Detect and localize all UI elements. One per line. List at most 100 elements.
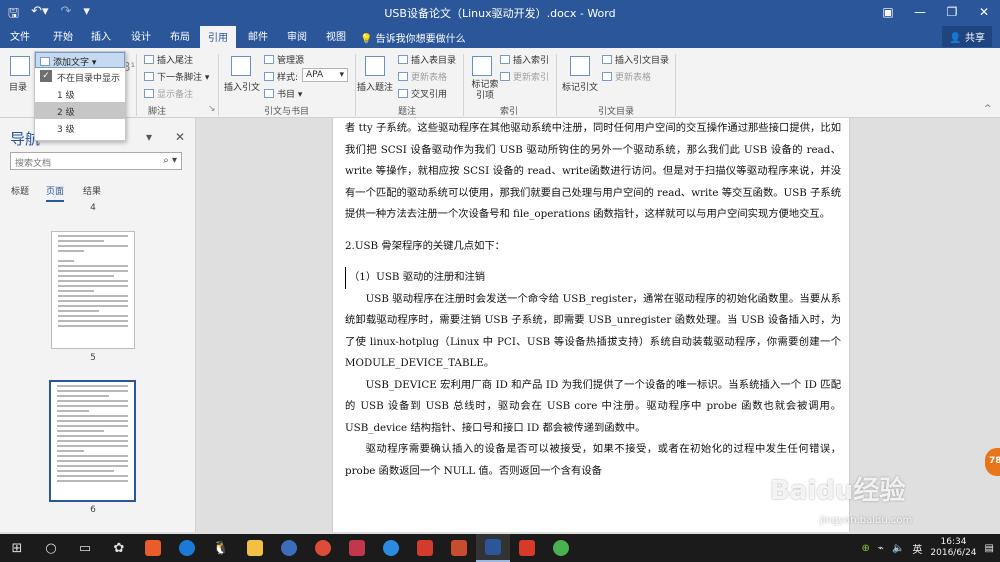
insert-table-of-figures-button[interactable]: 插入表目录 (398, 53, 456, 66)
tab-references[interactable]: 引用 (200, 26, 236, 48)
ime-indicator[interactable]: 英 (912, 541, 922, 556)
insert-citation-button[interactable]: 插入引文 (224, 80, 260, 93)
toc-icon[interactable] (10, 56, 30, 76)
ribbon-options-icon[interactable]: ▣ (872, 0, 904, 24)
ribbon-tab-bar: 文件 开始 插入 设计 布局 引用 邮件 审阅 视图 💡 告诉我你想要做什么 👤… (0, 24, 1000, 48)
tab-results[interactable]: 结果 (83, 184, 101, 197)
insert-citation-icon[interactable] (231, 56, 251, 76)
share-button[interactable]: 👤 共享 (942, 26, 992, 47)
group-label-authorities: 引文目录 (598, 107, 635, 117)
chevron-down-icon: ▾ (339, 70, 344, 80)
insert-caption-button[interactable]: 插入题注 (357, 80, 393, 93)
update-table-button[interactable]: 更新表格 (398, 70, 447, 83)
wechat-icon[interactable] (544, 534, 578, 562)
mark-citation-button[interactable]: 标记引文 (562, 80, 598, 93)
insert-caption-icon[interactable] (365, 56, 385, 76)
app-icon[interactable]: ✿ (102, 534, 136, 562)
ribbon: 目录 AB¹ 插入尾注 下一条脚注 ▾ 显示备注 脚注 ↘ 插入引文 管理源 样… (0, 48, 1000, 118)
side-badge[interactable]: 78 (985, 448, 1000, 476)
insert-index-button[interactable]: 插入索引 (500, 53, 549, 66)
menu-item-level-1[interactable]: 1 级 (35, 85, 125, 102)
show-notes-button[interactable]: 显示备注 (144, 87, 193, 100)
cross-reference-button[interactable]: 交叉引用 (398, 87, 447, 100)
network-icon[interactable]: ⌁ (878, 543, 884, 554)
minimize-icon[interactable]: — (904, 0, 936, 24)
group-label-citations: 引文与书目 (264, 107, 310, 117)
browser-icon[interactable] (272, 534, 306, 562)
tab-mailings[interactable]: 邮件 (248, 28, 268, 43)
app3-icon[interactable] (442, 534, 476, 562)
tab-headings[interactable]: 标题 (11, 184, 29, 197)
notification-icon[interactable]: ▤ (985, 543, 994, 554)
tab-view[interactable]: 视图 (326, 28, 346, 43)
search-input[interactable]: 搜索文档 ⌕ ▾ (10, 152, 182, 170)
video-icon[interactable] (374, 534, 408, 562)
watermark-url: jingyan.baidu.com (820, 515, 913, 526)
tab-pages[interactable]: 页面 (46, 184, 65, 202)
lightbulb-icon: 💡 (360, 34, 376, 45)
system-tray: ⊕ ⌁ 🔈 英 16:34 2016/6/24 ▤ (862, 537, 994, 559)
footnotes-launcher-icon[interactable]: ↘ (208, 104, 216, 114)
toc-button[interactable]: 目录 (9, 80, 27, 93)
person-icon: 👤 (949, 33, 965, 44)
paragraph: USB_DEVICE 宏利用厂商 ID 和产品 ID 为我们提供了一个设备的唯一… (345, 378, 841, 434)
store-icon[interactable] (136, 534, 170, 562)
subheading-line: （1）USB 驱动的注册和注销 (345, 267, 841, 289)
page-thumbnail-selected[interactable] (49, 380, 136, 502)
mark-entry-icon[interactable] (472, 56, 492, 76)
tab-design[interactable]: 设计 (131, 28, 151, 43)
menu-item-do-not-show[interactable]: ✓ 不在目录中显示 (35, 68, 125, 85)
manage-sources-icon (264, 55, 274, 64)
paragraph: USB 驱动程序在注册时会发送一个命令给 USB_register，通常在驱动程… (345, 292, 841, 370)
search-icon[interactable]: ⌕ ▾ (163, 155, 177, 166)
menu-item-level-2[interactable]: 2 级 (35, 102, 125, 119)
menu-item-level-3[interactable]: 3 级 (35, 119, 125, 136)
page-thumbnail[interactable] (51, 231, 135, 349)
insert-index-icon (500, 55, 510, 64)
volume-icon[interactable]: 🔈 (892, 543, 904, 554)
tab-review[interactable]: 审阅 (287, 28, 307, 43)
add-text-menu: 添加文字 ▾ ✓ 不在目录中显示 1 级 2 级 3 级 (34, 51, 126, 141)
tab-layout[interactable]: 布局 (170, 28, 190, 43)
update-index-button[interactable]: 更新索引 (500, 70, 549, 83)
table-of-figures-icon (398, 55, 408, 64)
close-icon[interactable]: ✕ (968, 0, 1000, 24)
task-view-icon[interactable]: ▭ (68, 534, 102, 562)
tab-file[interactable]: 文件 (10, 28, 30, 43)
document-body[interactable]: 者 tty 子系统。这些驱动程序在其他驱动系统中注册，同时任何用户空间的交互操作… (345, 118, 841, 482)
add-text-button[interactable]: 添加文字 ▾ (35, 52, 125, 68)
insert-table-of-authorities-button[interactable]: 插入引文目录 (602, 53, 669, 66)
style-select[interactable]: APA ▾ (302, 68, 348, 82)
paragraph: 驱动程序需要确认插入的设备是否可以被接受，如果不接受，或者在初始化的过程中发生任… (345, 443, 841, 477)
explorer-icon[interactable] (238, 534, 272, 562)
bibliography-button[interactable]: 书目 ▾ (264, 87, 302, 100)
insert-endnote-button[interactable]: 插入尾注 (144, 53, 193, 66)
app4-icon[interactable] (510, 534, 544, 562)
mark-entry-button[interactable]: 标记索引项 (468, 80, 502, 102)
maximize-icon[interactable]: ❐ (936, 0, 968, 24)
app2-icon[interactable] (340, 534, 374, 562)
manage-sources-button[interactable]: 管理源 (264, 53, 304, 66)
chrome-icon[interactable] (306, 534, 340, 562)
cortana-icon[interactable]: ○ (34, 534, 68, 562)
collapse-ribbon-icon[interactable]: ^ (984, 104, 992, 114)
update-authorities-button[interactable]: 更新表格 (602, 70, 651, 83)
cross-reference-icon (398, 89, 408, 98)
kugou-icon[interactable] (170, 534, 204, 562)
tab-insert[interactable]: 插入 (91, 28, 111, 43)
table-of-authorities-icon (602, 55, 612, 64)
word-icon[interactable] (476, 534, 510, 562)
clock[interactable]: 16:34 2016/6/24 (930, 537, 976, 559)
nav-close-icon[interactable]: ✕ (175, 130, 185, 144)
nav-options-icon[interactable]: ▾ (146, 130, 152, 144)
tray-app-icon[interactable]: ⊕ (862, 543, 870, 554)
tab-home[interactable]: 开始 (53, 28, 73, 43)
qq-icon[interactable]: 🐧 (204, 534, 238, 562)
windows-start-icon[interactable]: ⊞ (0, 534, 34, 562)
update-index-icon (500, 72, 510, 81)
next-footnote-button[interactable]: 下一条脚注 ▾ (144, 70, 209, 83)
endnote-icon (144, 55, 154, 64)
pdf-icon[interactable] (408, 534, 442, 562)
mark-citation-icon[interactable] (570, 56, 590, 76)
tell-me-box[interactable]: 💡 告诉我你想要做什么 (360, 30, 466, 45)
